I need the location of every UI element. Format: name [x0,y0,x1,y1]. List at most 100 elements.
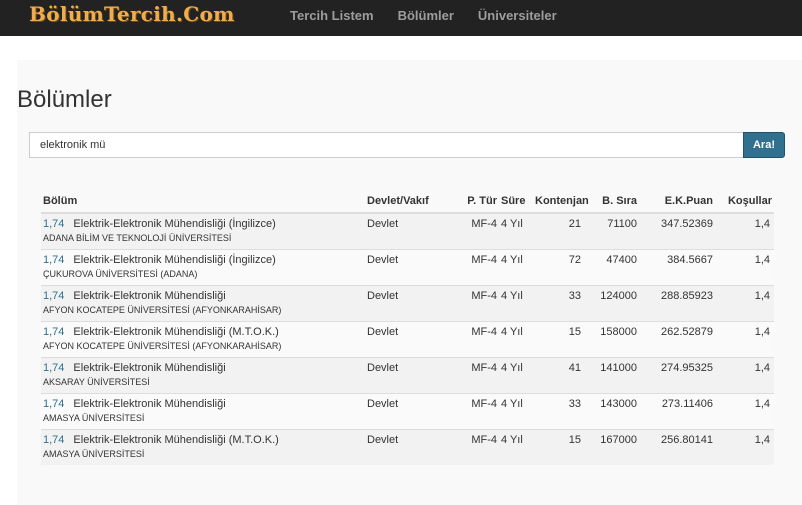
university-name: AKSARAY ÜNİVERSİTESİ [43,376,150,387]
university-name: ÇUKUROVA ÜNİVERSİTESİ (ADANA) [43,268,198,279]
cell-sure: 4 Yıl [499,356,533,393]
col-sure[interactable]: Süre [499,190,533,214]
nav-universiteler[interactable]: Üniversiteler [466,0,569,32]
score-link[interactable]: 1,74 [43,362,64,374]
score-link[interactable]: 1,74 [43,254,64,266]
table-row[interactable]: 1,74 Elektrik-Elektronik Mühendisliği (M.… [41,428,774,465]
university-name: AFYON KOCATEPE ÜNİVERSİTESİ (AFYONKARAHİ… [43,304,282,315]
score-link[interactable]: 1,74 [43,218,64,230]
cell-sure: 4 Yıl [499,428,533,465]
table-row[interactable]: 1,74 Elektrik-Elektronik Mühendisliği (İn… [41,212,774,249]
program-name[interactable]: Elektrik-Elektronik Mühendisliği [73,290,225,302]
search-button[interactable]: Ara! [743,132,785,158]
table-row[interactable]: 1,74 Elektrik-Elektronik Mühendisliği AKS… [41,356,774,393]
cell-kontenjan: 15 [533,428,595,465]
cell-bolum: 1,74 Elektrik-Elektronik Mühendisliği (M.… [41,428,365,465]
cell-kontenjan: 72 [533,248,595,285]
score-link[interactable]: 1,74 [43,326,64,338]
cell-ekpuan: 273.11406 [639,392,715,429]
cell-sure: 4 Yıl [499,212,533,249]
cell-bolum: 1,74 Elektrik-Elektronik Mühendisliği AMA… [41,392,365,429]
col-bsira[interactable]: B. Sıra [595,190,639,214]
cell-bolum: 1,74 Elektrik-Elektronik Mühendisliği AKS… [41,356,365,393]
cell-devlet: Devlet [365,320,459,357]
program-name[interactable]: Elektrik-Elektronik Mühendisliği (M.T.O.… [73,434,278,446]
cell-ptur: MF-4 [459,428,499,465]
program-name[interactable]: Elektrik-Elektronik Mühendisliği [73,362,225,374]
cell-ekpuan: 384.5667 [639,248,715,285]
cell-kosullar: 1,4 [715,320,774,357]
cell-ptur: MF-4 [459,320,499,357]
cell-ptur: MF-4 [459,284,499,321]
cell-ptur: MF-4 [459,212,499,249]
cell-bsira: 47400 [595,248,639,285]
nav-bolumler[interactable]: Bölümler [386,0,466,32]
program-name[interactable]: Elektrik-Elektronik Mühendisliği (İngili… [73,254,275,266]
score-link[interactable]: 1,74 [43,434,64,446]
cell-kontenjan: 15 [533,320,595,357]
cell-sure: 4 Yıl [499,248,533,285]
cell-bsira: 167000 [595,428,639,465]
cell-kosullar: 1,4 [715,212,774,249]
table-row[interactable]: 1,74 Elektrik-Elektronik Mühendisliği AMA… [41,392,774,429]
cell-kosullar: 1,4 [715,356,774,393]
program-name[interactable]: Elektrik-Elektronik Mühendisliği [73,398,225,410]
cell-kontenjan: 41 [533,356,595,393]
cell-ptur: MF-4 [459,248,499,285]
cell-ptur: MF-4 [459,356,499,393]
navbar: BölümTercih.Com Tercih Listem Bölümler Ü… [0,0,802,36]
brand-logo[interactable]: BölümTercih.Com [29,2,235,26]
table-row[interactable]: 1,74 Elektrik-Elektronik Mühendisliği (İn… [41,248,774,285]
col-devlet[interactable]: Devlet/Vakıf [365,190,459,214]
university-name: AMASYA ÜNİVERSİTESİ [43,448,145,459]
university-name: AFYON KOCATEPE ÜNİVERSİTESİ (AFYONKARAHİ… [43,340,282,351]
content-panel: Bölümler Ara! Bölüm Devlet/Vakıf P. Tür … [17,60,802,505]
cell-bsira: 143000 [595,392,639,429]
table-row[interactable]: 1,74 Elektrik-Elektronik Mühendisliği AFY… [41,284,774,321]
cell-kosullar: 1,4 [715,428,774,465]
col-kontenjan[interactable]: Kontenjan [533,190,595,214]
cell-ekpuan: 347.52369 [639,212,715,249]
col-ekpuan[interactable]: E.K.Puan [639,190,715,214]
table-header-row: Bölüm Devlet/Vakıf P. Tür Süre Kontenjan… [41,190,774,214]
university-name: AMASYA ÜNİVERSİTESİ [43,412,145,423]
cell-bsira: 124000 [595,284,639,321]
cell-devlet: Devlet [365,356,459,393]
table-row[interactable]: 1,74 Elektrik-Elektronik Mühendisliği (M.… [41,320,774,357]
cell-ekpuan: 288.85923 [639,284,715,321]
score-link[interactable]: 1,74 [43,398,64,410]
search-input[interactable] [29,132,743,158]
cell-kontenjan: 21 [533,212,595,249]
cell-kosullar: 1,4 [715,392,774,429]
university-name: ADANA BİLİM VE TEKNOLOJİ ÜNİVERSİTESİ [43,233,232,243]
cell-sure: 4 Yıl [499,320,533,357]
cell-ekpuan: 256.80141 [639,428,715,465]
cell-ptur: MF-4 [459,392,499,429]
cell-bsira: 141000 [595,356,639,393]
col-kosullar[interactable]: Koşullar [715,190,774,214]
page-title: Bölümler [17,86,112,113]
cell-bsira: 158000 [595,320,639,357]
cell-devlet: Devlet [365,248,459,285]
cell-bolum: 1,74 Elektrik-Elektronik Mühendisliği (M.… [41,320,365,357]
cell-devlet: Devlet [365,428,459,465]
search-bar: Ara! [29,132,785,158]
results-table: Bölüm Devlet/Vakıf P. Tür Süre Kontenjan… [41,190,774,465]
col-ptur[interactable]: P. Tür [459,190,499,214]
cell-sure: 4 Yıl [499,284,533,321]
cell-ekpuan: 262.52879 [639,320,715,357]
program-name[interactable]: Elektrik-Elektronik Mühendisliği (M.T.O.… [73,326,278,338]
cell-bsira: 71100 [595,212,639,249]
score-link[interactable]: 1,74 [43,290,64,302]
cell-devlet: Devlet [365,284,459,321]
cell-devlet: Devlet [365,212,459,249]
cell-kosullar: 1,4 [715,248,774,285]
nav-links: Tercih Listem Bölümler Üniversiteler [278,0,569,32]
col-bolum[interactable]: Bölüm [41,190,365,214]
cell-bolum: 1,74 Elektrik-Elektronik Mühendisliği (İn… [41,212,365,249]
cell-kontenjan: 33 [533,284,595,321]
nav-tercih-listem[interactable]: Tercih Listem [278,0,386,32]
cell-kosullar: 1,4 [715,284,774,321]
cell-sure: 4 Yıl [499,392,533,429]
program-name[interactable]: Elektrik-Elektronik Mühendisliği (İngili… [73,218,275,230]
